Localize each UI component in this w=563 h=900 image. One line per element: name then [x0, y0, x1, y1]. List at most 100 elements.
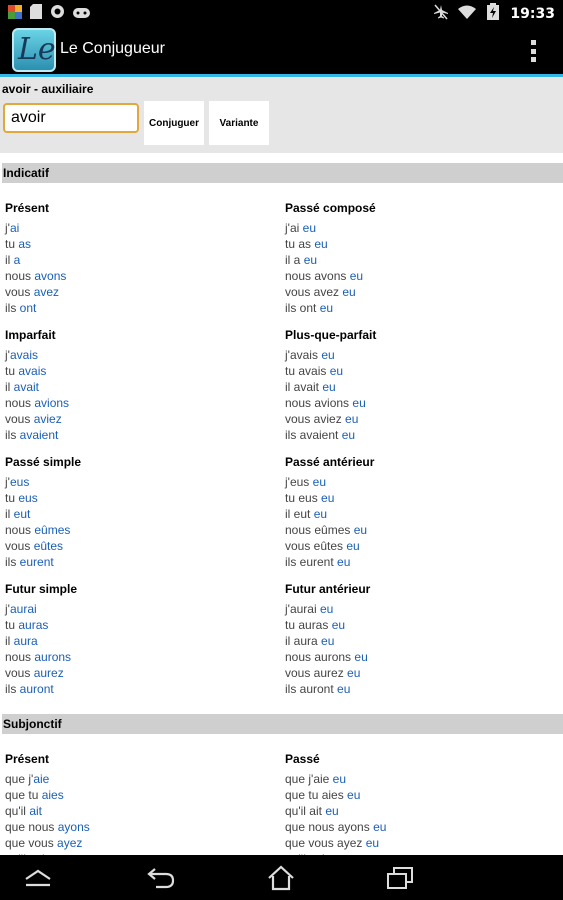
tense-block: Passé antérieur j'eus eu tu eus eu il eut e… [285, 455, 374, 570]
verb-form: eu [302, 221, 316, 235]
pronoun-text: que vous [5, 836, 58, 850]
conjugation-row: qu'il ait eu [285, 803, 386, 819]
conjugation-row: il eut eu [285, 506, 374, 522]
tense-block: Présent j'ai tu as il a nous avons vous avez i… [5, 201, 66, 316]
conjuguer-button[interactable]: Conjuguer [144, 101, 204, 145]
verb-search-panel: avoir - auxiliaire Conjuguer Variante [0, 77, 563, 153]
home-icon[interactable] [263, 863, 299, 893]
status-bar: 19:33 [0, 0, 563, 25]
pronoun-text: que tu [5, 788, 42, 802]
pronoun-text: ils [5, 428, 20, 442]
conjugation-row: que nous ayons eu [285, 819, 386, 835]
verb-form: aviez [33, 412, 62, 426]
pronoun-text: vous avez [285, 285, 343, 299]
overflow-menu-icon[interactable] [531, 40, 537, 62]
conjugation-row: j'ai [5, 220, 66, 236]
conjugation-row: que vous ayez eu [285, 835, 386, 851]
verb-input[interactable] [3, 103, 139, 133]
verb-form: eûmes [34, 523, 71, 537]
conjugation-row: nous aurons [5, 649, 77, 665]
verb-form: eu [312, 475, 326, 489]
tense-title: Présent [5, 201, 50, 215]
conjugation-row: que j'aie eu [285, 771, 386, 787]
conjugation-row: j'avais eu [285, 347, 376, 363]
pronoun-text: j'eus [285, 475, 313, 489]
tense-title: Passé antérieur [285, 455, 375, 469]
conjugation-row: nous eûmes [5, 522, 81, 538]
pronoun-text: tu [5, 618, 19, 632]
verb-form: eu [321, 491, 335, 505]
verb-form: eu [365, 836, 380, 850]
verb-form: eu [352, 396, 366, 410]
conjugation-row: tu avais [5, 363, 69, 379]
pronoun-text: que j' [5, 772, 34, 786]
conjugation-row: vous eûtes eu [285, 538, 374, 554]
verb-form: eu [353, 523, 368, 537]
conjugation-row: vous aviez [5, 411, 69, 427]
conjugation-row: que tu aies eu [285, 787, 386, 803]
action-bar: Le Le Conjugueur [0, 25, 563, 77]
airplane-icon [433, 4, 449, 24]
pronoun-text: nous eûmes [285, 523, 354, 537]
verb-form: eus [9, 475, 30, 489]
conjugation-list[interactable]: Indicatif Présent j'ai tu as il a nous avons v… [0, 153, 563, 855]
recent-apps-icon[interactable] [382, 863, 418, 893]
pronoun-text: vous aurez [285, 666, 348, 680]
tense-block: Imparfait j'avais tu avais il avait nous avi… [5, 328, 69, 443]
tense-block: Futur antérieur j'aurai eu tu auras eu il a… [285, 582, 370, 697]
conjugation-row: nous avions eu [285, 395, 376, 411]
verb-form: aies [41, 788, 64, 802]
verb-form: avaient [19, 428, 59, 442]
verb-form: avais [9, 348, 38, 362]
section-header-indicatif: Indicatif [2, 163, 563, 183]
pronoun-text: il [5, 634, 14, 648]
verb-form: eut [13, 507, 31, 521]
pronoun-text: vous eûtes [285, 539, 347, 553]
verb-form: aurai [9, 602, 37, 616]
conjugation-row: il avait eu [285, 379, 376, 395]
pronoun-text: il eut [285, 507, 314, 521]
verb-form: eu [322, 380, 336, 394]
verb-form: ayez [57, 836, 83, 850]
verb-form: aurons [34, 650, 72, 664]
wifi-icon [458, 4, 477, 23]
tense-block: Présent que j'aie que tu aies qu'il ait que … [5, 752, 90, 855]
tense-title: Plus-que-parfait [285, 328, 377, 342]
conjugation-row: nous eûmes eu [285, 522, 374, 538]
verb-form: avions [34, 396, 70, 410]
pronoun-text: il a [285, 253, 304, 267]
conjugation-row: vous avez eu [285, 284, 376, 300]
pronoun-text: nous avons [285, 269, 350, 283]
tense-title: Imparfait [5, 328, 56, 342]
gamepad-icon [73, 4, 90, 23]
pronoun-text: nous [5, 523, 35, 537]
conjugation-row: ils eurent eu [285, 554, 374, 570]
hide-keyboard-icon[interactable] [20, 863, 56, 893]
pronoun-text: tu auras [285, 618, 332, 632]
back-icon[interactable] [143, 863, 179, 893]
app-icon[interactable]: Le [12, 28, 56, 72]
verb-form: aura [13, 634, 38, 648]
verb-form: eu [329, 364, 344, 378]
pronoun-text: il [5, 380, 14, 394]
conjugation-row: nous avons [5, 268, 66, 284]
pronoun-text: ils [5, 682, 20, 696]
verb-form: eu [332, 772, 347, 786]
verb-form: avait [13, 380, 40, 394]
variante-button[interactable]: Variante [209, 101, 269, 145]
pronoun-text: ils ont [285, 301, 320, 315]
verb-form: eu [331, 618, 346, 632]
pronoun-text: vous [5, 412, 34, 426]
pronoun-text: ils avaient [285, 428, 342, 442]
conjugation-row: ils ont eu [285, 300, 376, 316]
conjugation-row: ils avaient [5, 427, 69, 443]
conjugation-row: j'eus eu [285, 474, 374, 490]
pronoun-text: nous avions [285, 396, 353, 410]
conjugation-row: j'aurai eu [285, 601, 370, 617]
pronoun-text: tu [5, 491, 19, 505]
conjugation-row: nous aurons eu [285, 649, 370, 665]
photos-icon [8, 4, 22, 23]
conjugation-row: j'eus [5, 474, 81, 490]
conjugation-row: nous avons eu [285, 268, 376, 284]
conjugation-row: il a eu [285, 252, 376, 268]
